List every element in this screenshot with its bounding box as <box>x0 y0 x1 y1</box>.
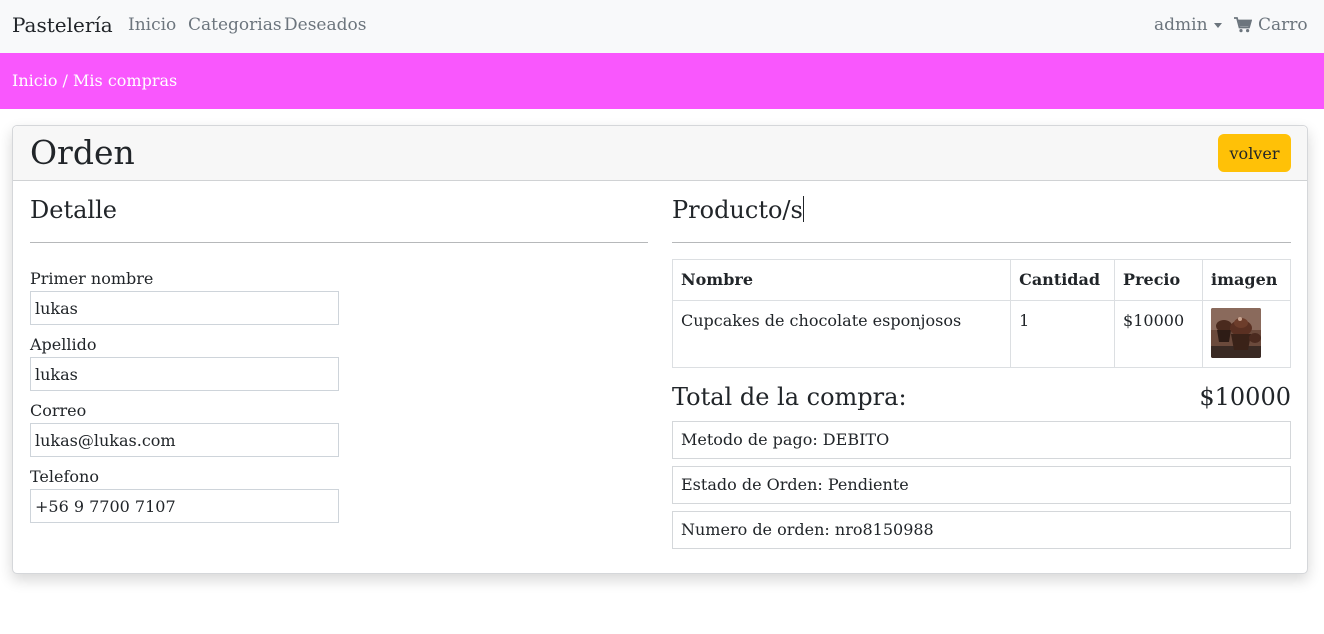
total-value: $10000 <box>1199 383 1291 411</box>
column-header-imagen: imagen <box>1202 259 1291 301</box>
product-quantity-cell: 1 <box>1010 300 1116 368</box>
order-status-box: Estado de Orden: Pendiente <box>672 466 1291 504</box>
column-header-precio: Precio <box>1114 259 1203 301</box>
email-field[interactable] <box>30 423 339 457</box>
caret-down-icon <box>1213 23 1222 28</box>
cart-icon <box>1234 17 1252 33</box>
breadcrumb-separator: / <box>57 71 74 90</box>
navbar: Pastelería Inicio Categorias Deseados ad… <box>0 0 1324 53</box>
nav-link-deseados[interactable]: Deseados <box>284 14 366 36</box>
products-divider <box>672 242 1291 243</box>
total-label: Total de la compra: <box>672 383 907 411</box>
products-title: Producto/s <box>672 195 804 225</box>
product-price-cell: $10000 <box>1114 300 1203 368</box>
nav-link-inicio[interactable]: Inicio <box>128 14 176 36</box>
cart-label: Carro <box>1258 15 1308 35</box>
back-button[interactable]: volver <box>1218 134 1291 172</box>
order-card: Orden volver Detalle Primer nombre Apell… <box>12 125 1308 574</box>
last-name-field[interactable] <box>30 357 339 391</box>
breadcrumb-bar: Inicio / Mis compras <box>0 53 1324 109</box>
user-menu-label: admin <box>1154 15 1208 35</box>
nav-link-categorias[interactable]: Categorias <box>188 14 282 36</box>
products-title-text: Producto/s <box>672 196 803 224</box>
detail-divider <box>30 242 648 243</box>
payment-method-box: Metodo de pago: DEBITO <box>672 421 1291 459</box>
phone-field[interactable] <box>30 489 339 523</box>
column-header-cantidad: Cantidad <box>1010 259 1116 301</box>
page-title: Orden <box>30 133 135 172</box>
cupcake-image <box>1211 308 1261 358</box>
table-row: Cupcakes de chocolate esponjosos 1 $1000… <box>671 300 1291 368</box>
order-number-box: Numero de orden: nro8150988 <box>672 511 1291 549</box>
products-table: Nombre Cantidad Precio imagen Cupcakes d… <box>671 259 1291 368</box>
first-name-label: Primer nombre <box>30 269 154 288</box>
breadcrumb: Inicio / Mis compras <box>12 70 177 92</box>
last-name-label: Apellido <box>30 335 97 354</box>
breadcrumb-current: Mis compras <box>73 71 178 90</box>
table-header-row: Nombre Cantidad Precio imagen <box>671 259 1291 301</box>
product-image-cell <box>1202 300 1291 368</box>
user-menu-dropdown[interactable]: admin <box>1154 14 1222 36</box>
email-label: Correo <box>30 401 87 420</box>
phone-label: Telefono <box>30 467 99 486</box>
cart-link[interactable]: Carro <box>1234 14 1308 36</box>
card-header: Orden volver <box>13 126 1307 181</box>
brand-logo[interactable]: Pastelería <box>12 12 113 38</box>
first-name-field[interactable] <box>30 291 339 325</box>
text-cursor <box>802 196 804 222</box>
column-header-nombre: Nombre <box>671 259 1012 301</box>
detail-title: Detalle <box>30 196 117 224</box>
product-name-cell: Cupcakes de chocolate esponjosos <box>671 300 1012 368</box>
breadcrumb-home-link[interactable]: Inicio <box>12 71 57 90</box>
